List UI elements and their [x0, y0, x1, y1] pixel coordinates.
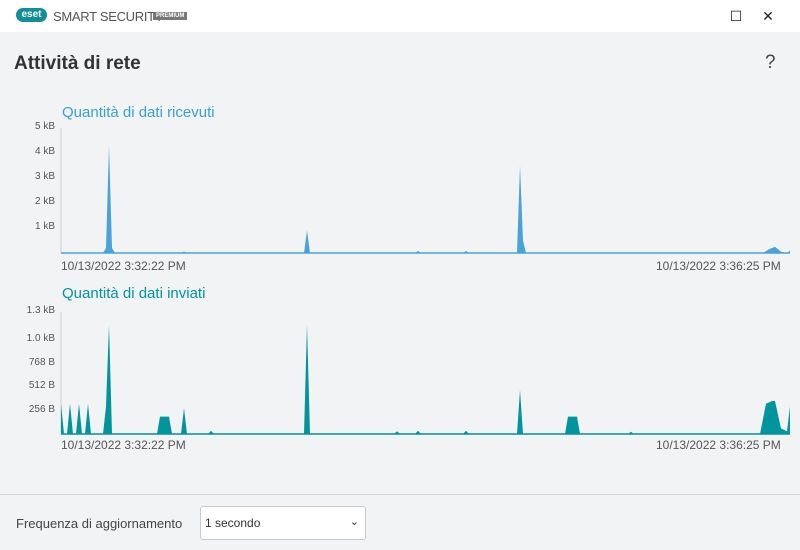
- refresh-rate-value: 1 secondo: [205, 516, 261, 530]
- network-charts: [60, 128, 790, 435]
- refresh-rate-select[interactable]: 1 secondo ⌄: [200, 506, 366, 540]
- refresh-rate-label: Frequenza di aggiornamento: [16, 516, 183, 531]
- sent-area-series: [61, 324, 790, 434]
- footer: Frequenza di aggiornamento 1 secondo ⌄: [0, 494, 800, 550]
- chevron-down-icon: ⌄: [349, 516, 359, 528]
- received-area-series: [61, 145, 790, 253]
